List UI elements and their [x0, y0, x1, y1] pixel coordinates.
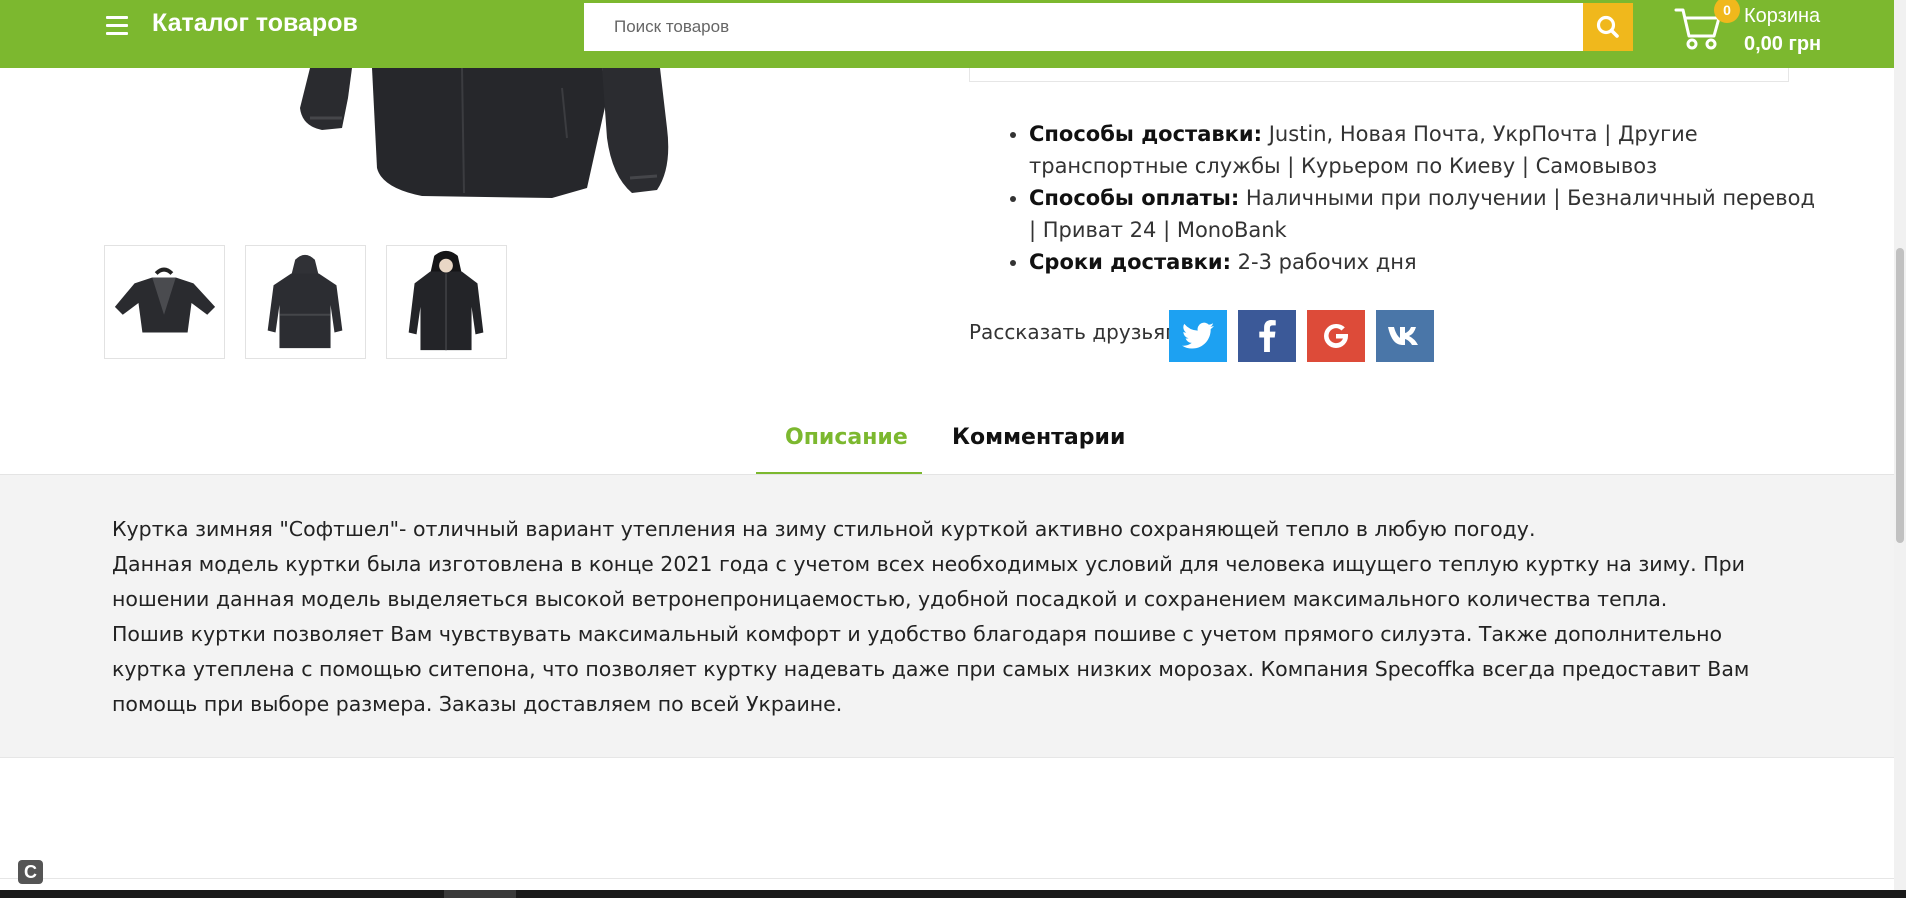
twitter-icon	[1182, 322, 1214, 349]
facebook-share-button[interactable]	[1238, 310, 1296, 362]
search-button[interactable]	[1583, 3, 1633, 51]
active-tab-underline	[756, 472, 922, 474]
cart-total: 0,00 грн	[1744, 33, 1822, 55]
delivery-methods-item: Способы доставки: Justin, Новая Почта, У…	[1029, 118, 1819, 182]
google-icon	[1324, 323, 1348, 348]
widget-c-icon[interactable]: C	[18, 860, 43, 884]
description-paragraph-1: Куртка зимняя "Софтшел"- отличный вариан…	[112, 517, 1536, 541]
search-bar	[584, 3, 1634, 51]
footer-divider	[0, 878, 1894, 879]
thumbnail-1[interactable]	[104, 245, 225, 359]
jacket-image-icon	[262, 68, 768, 210]
bottom-bar-highlight	[444, 890, 516, 898]
catalog-title[interactable]: Каталог товаров	[152, 9, 358, 38]
jacket-back-thumbnail-icon	[267, 254, 343, 349]
jacket-open-thumbnail-icon	[114, 267, 216, 333]
scrollbar-thumb[interactable]	[1896, 248, 1904, 543]
product-main-image[interactable]	[262, 68, 768, 210]
thumbnail-3[interactable]	[386, 245, 507, 359]
google-share-button[interactable]	[1307, 310, 1365, 362]
header-bar: Каталог товаров 0 Корзина 0,00 грн	[0, 0, 1894, 68]
cart-count-badge: 0	[1714, 0, 1740, 23]
facebook-icon	[1259, 320, 1276, 352]
vk-share-button[interactable]	[1376, 310, 1434, 362]
description-paragraph-2: Данная модель куртки была изготовлена в …	[112, 552, 1745, 611]
cart[interactable]: 0 Корзина 0,00 грн	[1674, 0, 1894, 66]
vk-icon	[1388, 327, 1418, 345]
share-label: Рассказать друзьям	[969, 320, 1181, 344]
delivery-info-list: Способы доставки: Justin, Новая Почта, У…	[1005, 118, 1819, 278]
bottom-bar	[0, 890, 1906, 898]
jacket-front-thumbnail-icon	[408, 250, 484, 351]
description-panel: Куртка зимняя "Софтшел"- отличный вариан…	[0, 475, 1894, 758]
cart-label: Корзина	[1744, 5, 1821, 27]
search-input[interactable]	[584, 3, 1584, 51]
delivery-time-item: Сроки доставки: 2-3 рабочих дня	[1029, 246, 1819, 278]
description-paragraph-3: Пошив куртки позволяет Вам чувствувать м…	[112, 622, 1750, 716]
hamburger-menu-icon[interactable]	[106, 16, 128, 35]
description-text: Куртка зимняя "Софтшел"- отличный вариан…	[112, 512, 1752, 722]
payment-methods-item: Способы оплаты: Наличными при получении …	[1029, 182, 1819, 246]
price-box-edge	[969, 68, 1789, 82]
tab-comments[interactable]: Комментарии	[952, 425, 1125, 450]
search-icon	[1596, 15, 1619, 38]
tab-description[interactable]: Описание	[785, 425, 908, 450]
thumbnail-2[interactable]	[245, 245, 366, 359]
twitter-share-button[interactable]	[1169, 310, 1227, 362]
